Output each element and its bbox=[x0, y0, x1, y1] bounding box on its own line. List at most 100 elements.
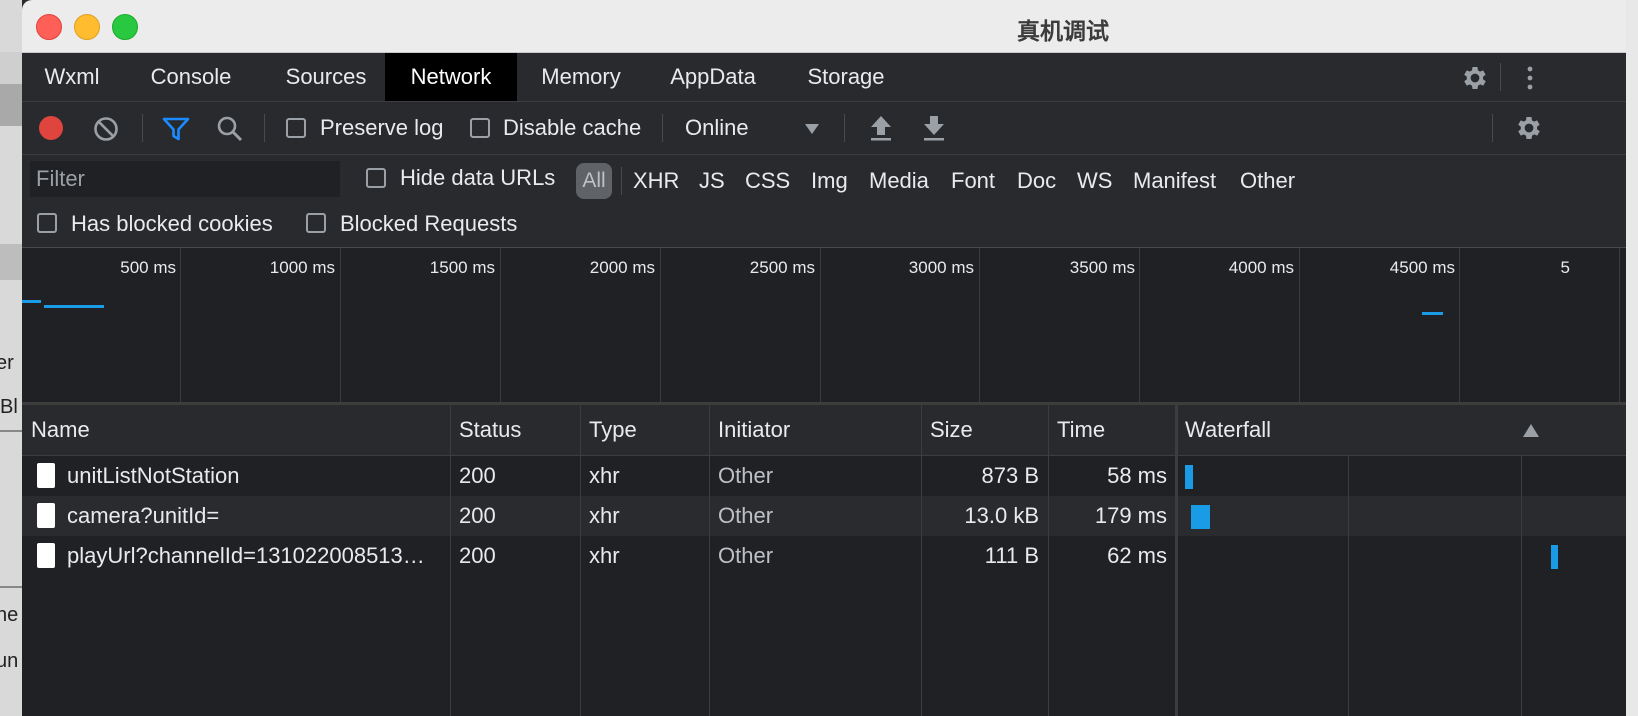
request-type: xhr bbox=[589, 503, 620, 528]
type-filter-all[interactable]: All bbox=[576, 163, 612, 199]
record-icon[interactable] bbox=[38, 115, 64, 141]
type-filter-media[interactable]: Media bbox=[869, 168, 929, 194]
throttling-select[interactable]: Online bbox=[678, 108, 828, 148]
devtools-window: 真机调试 Wxml Console Sources Network Memory… bbox=[22, 0, 1626, 716]
timeline-tick-label: 4000 ms bbox=[1228, 258, 1294, 277]
grid-line bbox=[340, 248, 341, 402]
tab-appdata[interactable]: AppData bbox=[658, 53, 768, 101]
background-text: er bbox=[0, 352, 14, 374]
grid-line bbox=[979, 248, 980, 402]
type-filter-other[interactable]: Other bbox=[1240, 168, 1295, 194]
type-filter-xhr[interactable]: XHR bbox=[633, 168, 679, 194]
timeline-tick-label: 1500 ms bbox=[429, 258, 495, 277]
has-blocked-cookies-checkbox[interactable] bbox=[37, 213, 57, 233]
grid-line bbox=[500, 248, 501, 402]
network-toolbar: Preserve log Disable cache Online bbox=[22, 102, 1626, 155]
timeline-tick-label: 4500 ms bbox=[1389, 258, 1455, 277]
table-row[interactable]: playUrl?channelId=131022008513… 200 xhr … bbox=[22, 536, 1626, 576]
table-row[interactable]: camera?unitId= 200 xhr Other 13.0 kB 179… bbox=[22, 496, 1626, 536]
type-filter-font[interactable]: Font bbox=[951, 168, 995, 194]
tab-storage[interactable]: Storage bbox=[794, 53, 898, 101]
preserve-log-checkbox[interactable] bbox=[286, 118, 306, 138]
timeline-tick-label: 2000 ms bbox=[589, 258, 655, 277]
divider bbox=[142, 114, 143, 142]
disable-cache-checkbox[interactable] bbox=[470, 118, 490, 138]
request-initiator: Other bbox=[718, 503, 774, 528]
timeline-request-bar bbox=[44, 305, 104, 308]
grid-line bbox=[1619, 248, 1620, 402]
blocked-requests-checkbox[interactable] bbox=[306, 213, 326, 233]
tab-memory[interactable]: Memory bbox=[528, 53, 634, 101]
filter-bar: Filter Hide data URLs All XHR JS CSS Img… bbox=[22, 155, 1626, 248]
export-har-download-icon[interactable] bbox=[922, 114, 946, 142]
divider bbox=[621, 167, 622, 195]
timeline-tick-label: 1000 ms bbox=[269, 258, 335, 277]
type-filter-css[interactable]: CSS bbox=[745, 168, 790, 194]
request-type: xhr bbox=[589, 543, 620, 568]
clear-icon[interactable] bbox=[93, 116, 119, 142]
timeline-tick-label: 2500 ms bbox=[749, 258, 815, 277]
hide-data-urls-checkbox[interactable] bbox=[366, 168, 386, 188]
filter-input[interactable]: Filter bbox=[30, 161, 340, 197]
column-divider[interactable] bbox=[1048, 405, 1049, 716]
filter-icon[interactable] bbox=[162, 116, 190, 142]
grid-line bbox=[660, 248, 661, 402]
document-icon bbox=[37, 503, 55, 528]
request-initiator: Other bbox=[718, 543, 774, 568]
timeline-request-bar bbox=[22, 300, 41, 303]
column-divider[interactable] bbox=[450, 405, 451, 716]
column-header-status[interactable]: Status bbox=[459, 405, 521, 455]
request-size: 13.0 kB bbox=[964, 503, 1039, 528]
column-header-name[interactable]: Name bbox=[31, 405, 90, 455]
request-status: 200 bbox=[459, 463, 496, 488]
grid-line bbox=[1139, 248, 1140, 402]
document-icon bbox=[37, 463, 55, 488]
grid-line bbox=[180, 248, 181, 402]
table-row[interactable]: unitListNotStation 200 xhr Other 873 B 5… bbox=[22, 456, 1626, 496]
request-name: camera?unitId= bbox=[67, 503, 220, 528]
divider bbox=[844, 114, 845, 142]
type-filter-doc[interactable]: Doc bbox=[1017, 168, 1056, 194]
background-text: un bbox=[0, 650, 19, 672]
background-window-right bbox=[1626, 0, 1638, 716]
timeline-overview[interactable]: 500 ms 1000 ms 1500 ms 2000 ms 2500 ms 3… bbox=[22, 248, 1626, 405]
waterfall-bar bbox=[1185, 465, 1193, 489]
search-icon[interactable] bbox=[216, 115, 244, 143]
type-filter-img[interactable]: Img bbox=[811, 168, 848, 194]
type-filter-ws[interactable]: WS bbox=[1077, 168, 1112, 194]
waterfall-grid-line bbox=[1348, 456, 1349, 716]
request-time: 62 ms bbox=[1107, 543, 1167, 568]
column-header-type[interactable]: Type bbox=[589, 405, 637, 455]
import-har-upload-icon[interactable] bbox=[869, 114, 893, 142]
column-divider[interactable] bbox=[580, 405, 581, 716]
column-header-waterfall[interactable]: Waterfall bbox=[1185, 405, 1271, 455]
column-divider[interactable] bbox=[709, 405, 710, 716]
column-header-time[interactable]: Time bbox=[1057, 405, 1105, 455]
tab-console[interactable]: Console bbox=[132, 53, 250, 101]
network-settings-gear-icon[interactable] bbox=[1514, 113, 1544, 143]
request-name: unitListNotStation bbox=[67, 463, 240, 488]
type-filter-manifest[interactable]: Manifest bbox=[1133, 168, 1216, 194]
column-header-size[interactable]: Size bbox=[930, 405, 973, 455]
tab-wxml[interactable]: Wxml bbox=[28, 53, 116, 101]
timeline-tick-label: 3000 ms bbox=[908, 258, 974, 277]
throttling-value: Online bbox=[685, 115, 749, 140]
type-filter-js[interactable]: JS bbox=[699, 168, 725, 194]
request-initiator: Other bbox=[718, 463, 774, 488]
table-header: Name Status Type Initiator Size Time Wat… bbox=[22, 405, 1626, 456]
divider bbox=[264, 114, 265, 142]
panel-tabs: Wxml Console Sources Network Memory AppD… bbox=[22, 53, 1626, 102]
column-header-initiator[interactable]: Initiator bbox=[718, 405, 790, 455]
column-divider[interactable] bbox=[1175, 405, 1178, 716]
timeline-request-bar bbox=[1422, 312, 1443, 315]
more-options-icon[interactable] bbox=[1522, 65, 1538, 91]
tab-sources[interactable]: Sources bbox=[266, 53, 386, 101]
tab-network[interactable]: Network bbox=[385, 53, 517, 101]
grid-line bbox=[1299, 248, 1300, 402]
sort-ascending-icon[interactable] bbox=[1523, 424, 1539, 437]
requests-table: Name Status Type Initiator Size Time Wat… bbox=[22, 405, 1626, 716]
column-divider[interactable] bbox=[921, 405, 922, 716]
request-time: 58 ms bbox=[1107, 463, 1167, 488]
settings-gear-icon[interactable] bbox=[1460, 63, 1490, 93]
background-text: Bl bbox=[0, 396, 18, 418]
